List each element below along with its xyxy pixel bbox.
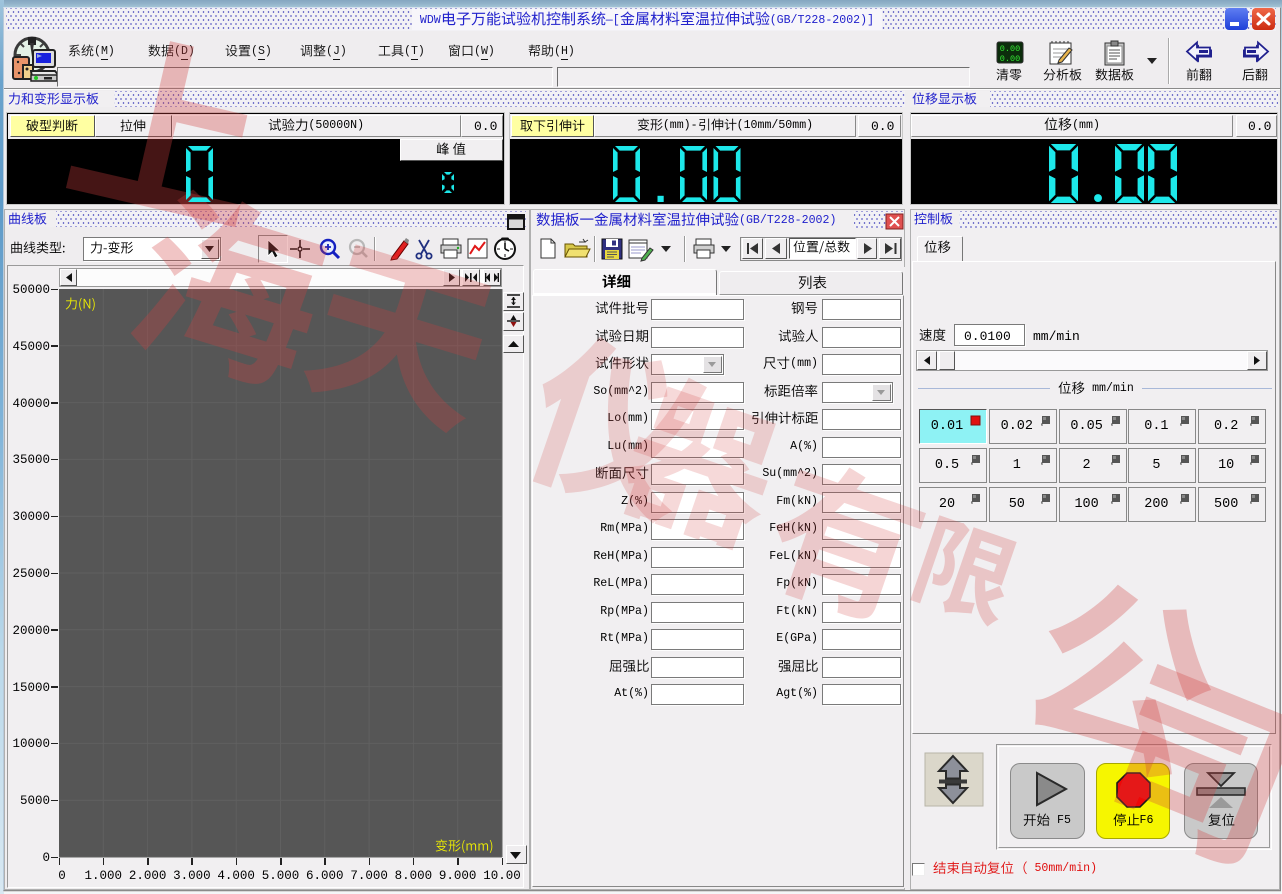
svg-text:0.00: 0.00 bbox=[1000, 44, 1020, 54]
svg-text:0.00: 0.00 bbox=[1000, 54, 1020, 64]
